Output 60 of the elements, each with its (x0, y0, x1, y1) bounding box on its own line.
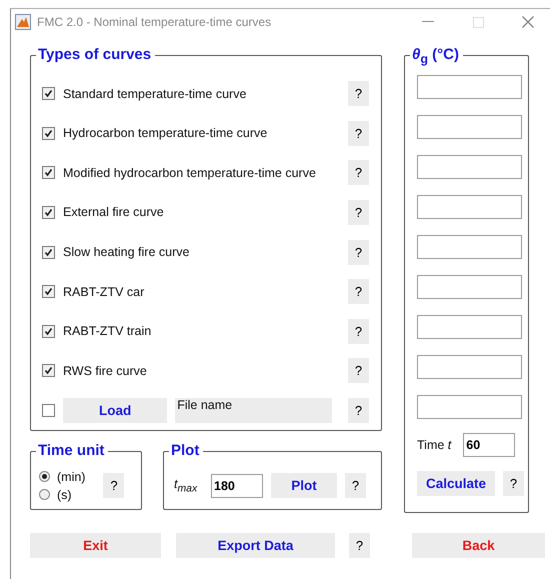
help-button[interactable]: ? (348, 160, 369, 186)
tmax-field[interactable]: 180 (211, 474, 263, 498)
help-button[interactable]: ? (348, 240, 369, 265)
panel-title: Types of curves (36, 46, 156, 64)
temperature-field[interactable] (417, 315, 522, 339)
panel-title: θ$_{g}$ (°C) (410, 46, 464, 68)
checkbox[interactable] (42, 285, 55, 298)
temperature-field[interactable] (417, 235, 522, 259)
checkbox[interactable] (42, 364, 55, 378)
export-data-button[interactable]: Export Data (176, 533, 335, 558)
checkbox[interactable] (42, 87, 55, 100)
help-button[interactable]: ? (503, 471, 524, 496)
checkbox[interactable] (42, 404, 55, 417)
curve-label: Modified hydrocarbon temperature-time curve (63, 166, 317, 180)
checkbox[interactable] (42, 126, 55, 140)
minimize-icon[interactable] (422, 21, 434, 23)
curve-label: RABT-ZTV car (63, 284, 146, 299)
radio-label: (s) (57, 488, 72, 502)
tmax-label: t$_{max}$ (174, 476, 198, 494)
help-button[interactable]: ? (348, 279, 369, 304)
temperature-field[interactable] (417, 115, 522, 139)
temperature-field[interactable] (417, 155, 522, 179)
exit-button[interactable]: Exit (30, 533, 161, 558)
radio-label: (min) (57, 470, 86, 484)
help-button[interactable]: ? (348, 318, 369, 344)
checkbox[interactable] (42, 206, 55, 219)
curve-label: External fire curve (63, 205, 165, 220)
curve-label: RWS fire curve (63, 364, 148, 378)
checkbox[interactable] (42, 246, 55, 259)
curve-label: RABT-ZTV train (63, 324, 152, 338)
help-button[interactable]: ? (345, 473, 366, 498)
radio-button[interactable] (39, 489, 50, 500)
temperature-field[interactable] (417, 275, 522, 299)
temperature-field[interactable] (417, 395, 522, 419)
calculate-button[interactable]: Calculate (417, 471, 495, 496)
back-button[interactable]: Back (412, 533, 545, 558)
checkbox[interactable] (42, 166, 55, 180)
help-button[interactable]: ? (348, 398, 369, 423)
temperature-field[interactable] (417, 195, 522, 219)
help-button[interactable]: ? (348, 81, 369, 106)
help-button[interactable]: ? (349, 533, 370, 558)
plot-button[interactable]: Plot (271, 473, 337, 498)
help-button[interactable]: ? (348, 358, 369, 384)
help-button[interactable]: ? (103, 473, 124, 498)
load-button[interactable]: Load (63, 398, 168, 423)
temperature-field[interactable] (417, 355, 522, 379)
time-field[interactable]: 60 (463, 433, 516, 457)
time-label: Time t (417, 438, 452, 452)
radio-button[interactable] (39, 471, 50, 482)
file-name-label: File name (175, 398, 332, 423)
checkbox[interactable] (42, 324, 55, 338)
curve-label: Standard temperature-time curve (63, 86, 248, 101)
curve-label: Slow heating fire curve (63, 245, 190, 260)
temperature-field[interactable] (417, 75, 522, 99)
app-icon (15, 14, 31, 30)
window-title: FMC 2.0 - Nominal temperature-time curves (37, 15, 272, 29)
curve-label: Hydrocarbon temperature-time curve (63, 126, 268, 140)
help-button[interactable]: ? (348, 120, 369, 146)
close-icon[interactable] (522, 16, 534, 28)
help-button[interactable]: ? (348, 200, 369, 225)
